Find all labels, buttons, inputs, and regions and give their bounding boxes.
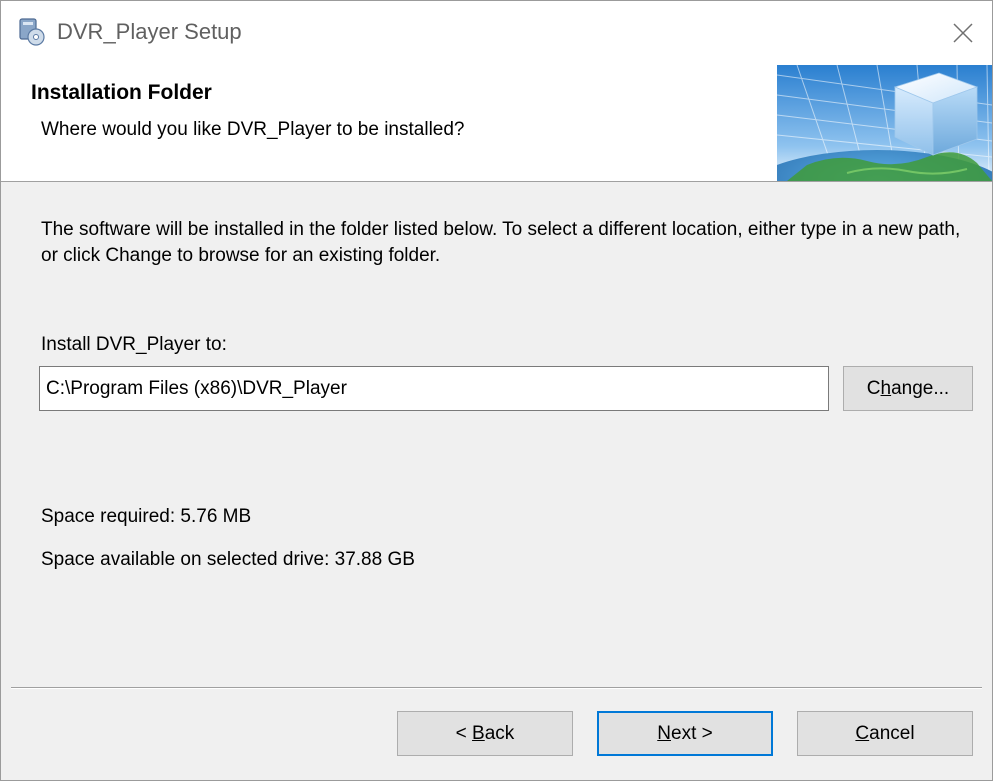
installer-app-icon: [17, 17, 47, 47]
header-globe-cube-graphic: [777, 65, 992, 181]
back-button[interactable]: < Back: [397, 711, 573, 756]
cancel-button-label: Cancel: [855, 722, 915, 744]
change-button[interactable]: Change...: [843, 366, 973, 411]
change-button-label: Change...: [866, 377, 950, 399]
next-button[interactable]: Next >: [597, 711, 773, 756]
title-bar[interactable]: DVR_Player Setup: [1, 1, 992, 65]
wizard-header: Installation Folder Where would you like…: [1, 65, 992, 182]
close-button[interactable]: [934, 1, 992, 65]
window-title: DVR_Player Setup: [57, 19, 242, 44]
space-required-text: Space required: 5.76 MB: [41, 506, 252, 527]
install-location-label: Install DVR_Player to:: [41, 334, 227, 355]
close-icon: [952, 22, 974, 44]
install-path-input[interactable]: [39, 366, 829, 411]
space-available-text: Space available on selected drive: 37.88…: [41, 549, 415, 570]
back-button-label: < Back: [455, 722, 515, 744]
footer-divider: [11, 687, 982, 689]
cancel-button[interactable]: Cancel: [797, 711, 973, 756]
page-subtitle: Where would you like DVR_Player to be in…: [41, 119, 465, 140]
page-title: Installation Folder: [31, 81, 212, 104]
next-button-label: Next >: [657, 722, 713, 744]
instructions-text: The software will be installed in the fo…: [41, 219, 961, 266]
setup-dialog: DVR_Player Setup Installation Folder Whe…: [0, 0, 993, 781]
